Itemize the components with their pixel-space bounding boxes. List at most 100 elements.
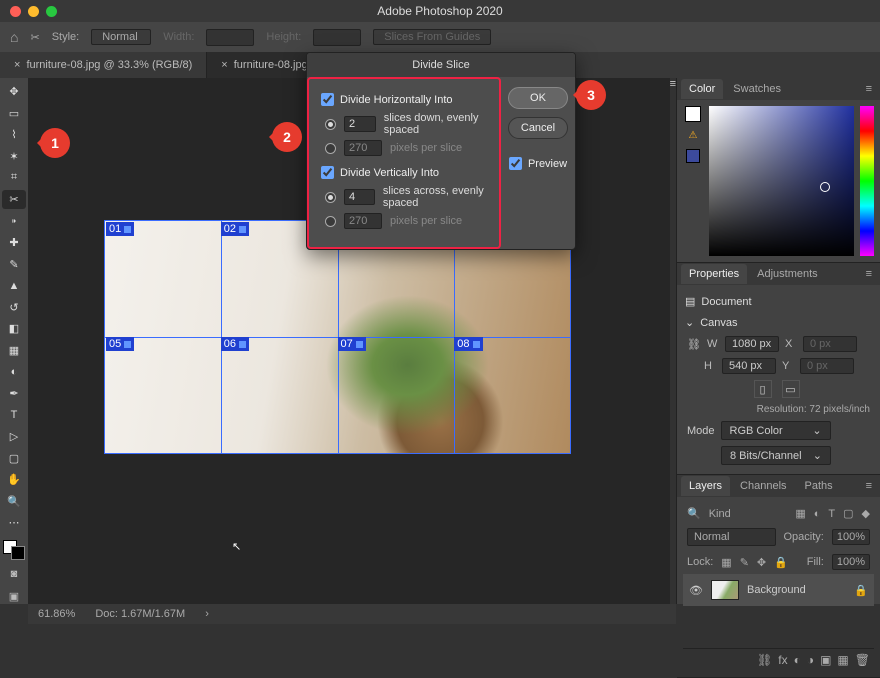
- lock-icon[interactable]: 🔒: [854, 584, 868, 597]
- layers-tab[interactable]: Layers: [681, 476, 730, 496]
- more-tools[interactable]: ⋯: [2, 513, 26, 533]
- divide-h-checkbox[interactable]: [321, 93, 334, 106]
- background-color[interactable]: [686, 149, 700, 163]
- mode-select[interactable]: RGB Color⌄: [721, 421, 831, 440]
- link-layers-icon[interactable]: ⛓: [757, 653, 772, 667]
- path-select-tool[interactable]: ▷: [2, 427, 26, 447]
- stamp-tool[interactable]: ▲: [2, 276, 26, 296]
- screen-mode[interactable]: ▣: [2, 588, 26, 604]
- v-px-radio[interactable]: [325, 216, 336, 227]
- new-layer-icon[interactable]: ▦: [837, 653, 848, 667]
- slice-tool[interactable]: ✂: [2, 190, 26, 210]
- portrait-orient[interactable]: ▯: [754, 380, 772, 398]
- healing-tool[interactable]: ✚: [2, 233, 26, 253]
- h-px-field[interactable]: 270: [344, 140, 382, 156]
- slices-from-guides-button[interactable]: Slices From Guides: [373, 29, 491, 45]
- doc-size-readout[interactable]: Doc: 1.67M/1.67M: [95, 608, 185, 620]
- lock-paint-icon[interactable]: ✎: [740, 556, 749, 569]
- width-field[interactable]: [206, 29, 254, 46]
- zoom-tool[interactable]: 🔍: [2, 491, 26, 511]
- height-field[interactable]: [313, 29, 361, 46]
- document-canvas[interactable]: 01 02 03 04 05 06 07 08: [104, 220, 571, 454]
- adjustment-icon[interactable]: ◑: [807, 653, 814, 667]
- hue-slider[interactable]: [860, 106, 874, 256]
- color-picker[interactable]: [709, 106, 854, 256]
- v-count-radio[interactable]: [325, 192, 336, 203]
- color-swatch[interactable]: [3, 540, 25, 560]
- opacity-field[interactable]: 100%: [832, 529, 870, 545]
- document-tab-1[interactable]: × furniture-08.jpg @ 33.3% (RGB/8): [0, 52, 207, 78]
- canvas-x-field[interactable]: 0 px: [803, 336, 857, 352]
- slice-tag[interactable]: 05: [106, 337, 134, 351]
- ok-button[interactable]: OK: [508, 87, 568, 109]
- canvas-height-field[interactable]: 540 px: [722, 358, 776, 374]
- minimize-window[interactable]: [28, 6, 39, 17]
- layer-row[interactable]: 👁 Background 🔒: [683, 574, 874, 606]
- gradient-tool[interactable]: ▦: [2, 341, 26, 361]
- marquee-tool[interactable]: ▭: [2, 104, 26, 124]
- close-window[interactable]: [10, 6, 21, 17]
- group-icon[interactable]: ▣: [820, 653, 831, 667]
- channels-tab[interactable]: Channels: [732, 476, 794, 496]
- layer-name[interactable]: Background: [747, 584, 806, 596]
- foreground-color[interactable]: [685, 106, 701, 122]
- slice-tag[interactable]: 08: [454, 337, 482, 351]
- dodge-tool[interactable]: ◐: [2, 362, 26, 382]
- slice-tag[interactable]: 06: [221, 337, 249, 351]
- slice-tag[interactable]: 07: [338, 337, 366, 351]
- slice-tool-icon[interactable]: ✂: [30, 31, 39, 44]
- v-px-field[interactable]: 270: [344, 213, 382, 229]
- lasso-tool[interactable]: ⌇: [2, 125, 26, 145]
- filter-adjust-icon[interactable]: ◐: [814, 508, 821, 520]
- link-icon[interactable]: ⛓: [687, 338, 701, 351]
- v-count-field[interactable]: 4: [344, 189, 375, 205]
- panel-menu-icon[interactable]: ≡: [862, 480, 876, 492]
- delete-layer-icon[interactable]: 🗑: [855, 653, 870, 667]
- eraser-tool[interactable]: ◧: [2, 319, 26, 339]
- zoom-readout[interactable]: 61.86%: [38, 608, 75, 620]
- zoom-window[interactable]: [46, 6, 57, 17]
- landscape-orient[interactable]: ▭: [782, 380, 800, 398]
- shape-tool[interactable]: ▢: [2, 448, 26, 468]
- slice-tag[interactable]: 02: [221, 222, 249, 236]
- paths-tab[interactable]: Paths: [797, 476, 841, 496]
- pen-tool[interactable]: ✒: [2, 384, 26, 404]
- fx-icon[interactable]: fx: [778, 653, 787, 667]
- gamut-warning-icon[interactable]: ⚠: [689, 130, 698, 141]
- depth-select[interactable]: 8 Bits/Channel⌄: [721, 446, 831, 465]
- panel-menu-icon[interactable]: ≡: [862, 268, 876, 280]
- filter-pixel-icon[interactable]: ▦: [795, 507, 805, 520]
- home-icon[interactable]: ⌂: [10, 29, 18, 45]
- divide-v-checkbox[interactable]: [321, 166, 334, 179]
- style-select[interactable]: Normal: [91, 29, 151, 45]
- brush-tool[interactable]: ✎: [2, 254, 26, 274]
- h-count-radio[interactable]: [325, 119, 336, 130]
- canvas-y-field[interactable]: 0 px: [800, 358, 854, 374]
- adjustments-tab[interactable]: Adjustments: [749, 264, 826, 284]
- visibility-icon[interactable]: 👁: [689, 584, 703, 597]
- eyedropper-tool[interactable]: ⁍: [2, 211, 26, 231]
- close-tab-icon[interactable]: ×: [14, 59, 20, 71]
- panel-menu-icon[interactable]: ≡: [862, 83, 876, 95]
- mask-icon[interactable]: ◐: [794, 653, 801, 667]
- blend-mode-select[interactable]: Normal: [687, 528, 776, 546]
- crop-tool[interactable]: ⌗: [2, 168, 26, 188]
- history-brush-tool[interactable]: ↺: [2, 297, 26, 317]
- lock-all-icon[interactable]: 🔒: [774, 556, 788, 569]
- filter-type-icon[interactable]: T: [828, 508, 835, 520]
- fill-field[interactable]: 100%: [832, 554, 870, 570]
- status-menu-icon[interactable]: ›: [205, 608, 209, 620]
- quick-mask[interactable]: ◙: [2, 566, 26, 582]
- type-tool[interactable]: T: [2, 405, 26, 425]
- h-px-radio[interactable]: [325, 143, 336, 154]
- slice-tag[interactable]: 01: [106, 222, 134, 236]
- h-count-field[interactable]: 2: [344, 116, 376, 132]
- color-tab[interactable]: Color: [681, 79, 723, 99]
- lock-pos-icon[interactable]: ✥: [757, 556, 766, 569]
- quick-select-tool[interactable]: ✶: [2, 147, 26, 167]
- filter-smart-icon[interactable]: ◆: [862, 507, 870, 520]
- move-tool[interactable]: ✥: [2, 82, 26, 102]
- cancel-button[interactable]: Cancel: [508, 117, 568, 139]
- swatches-tab[interactable]: Swatches: [725, 79, 789, 99]
- close-tab-icon[interactable]: ×: [221, 59, 227, 71]
